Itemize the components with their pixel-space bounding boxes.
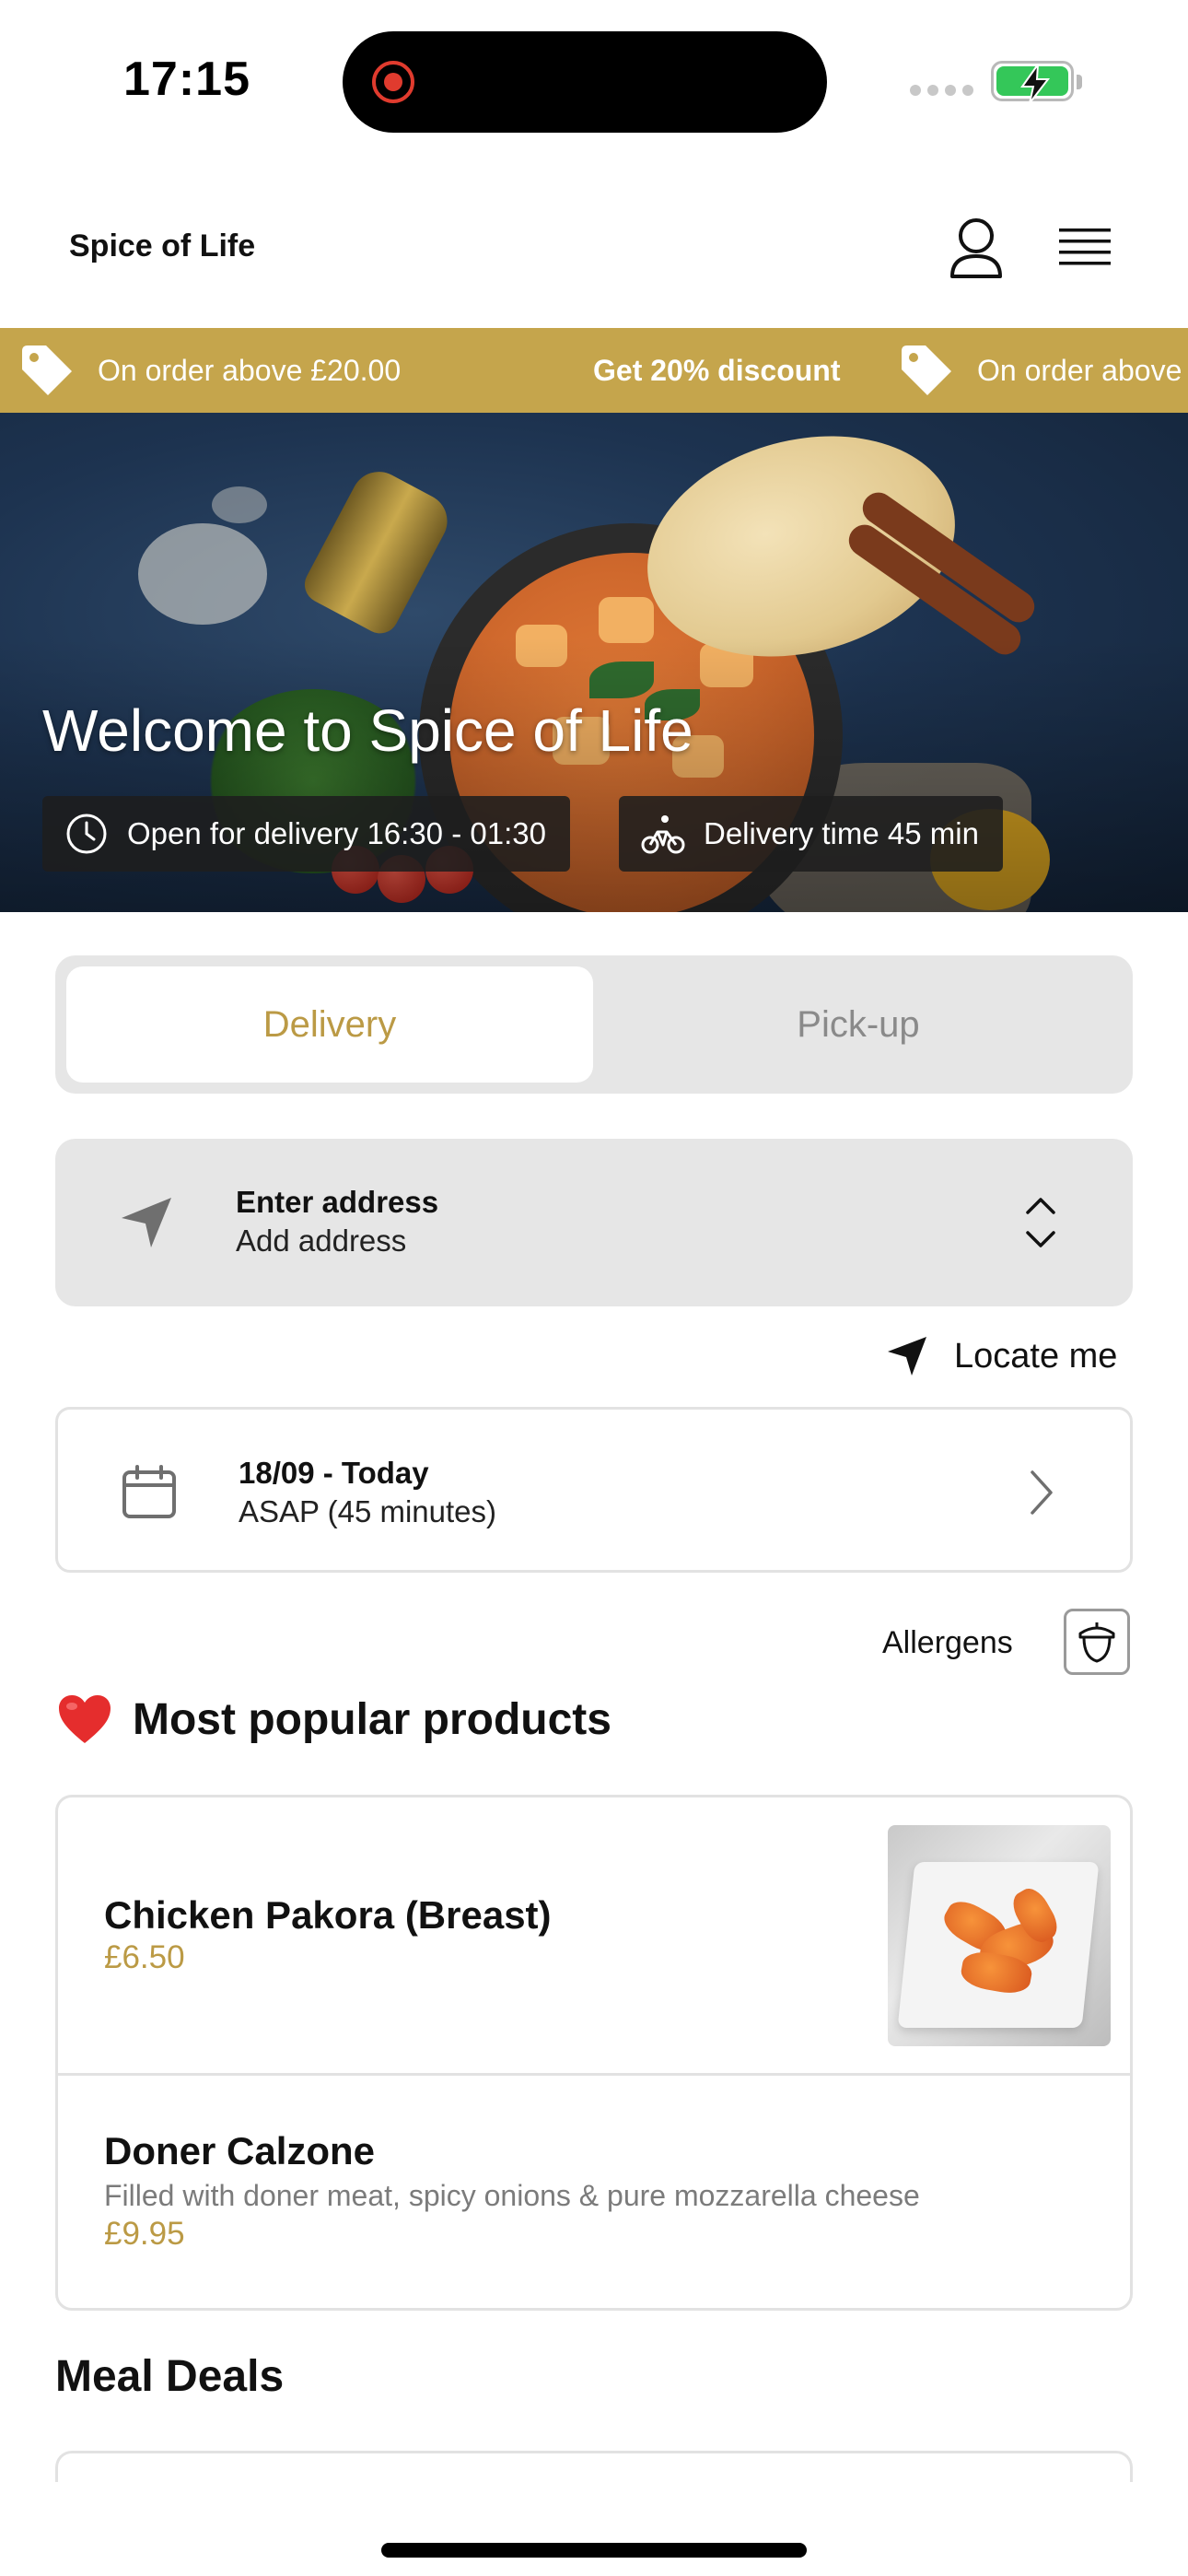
calendar-icon bbox=[122, 1465, 176, 1518]
bicycle-icon bbox=[641, 815, 685, 854]
battery-icon bbox=[991, 61, 1082, 103]
product-price: £6.50 bbox=[104, 1939, 185, 1975]
product-name: Chicken Pakora (Breast) bbox=[104, 1893, 552, 1937]
locate-me-button[interactable]: Locate me bbox=[886, 1330, 1117, 1382]
opening-hours-chip: Open for delivery 16:30 - 01:30 bbox=[42, 796, 570, 872]
navigation-arrow-icon bbox=[888, 1337, 926, 1376]
promo-item: On order above £20.00 bbox=[18, 328, 401, 413]
status-time: 17:15 bbox=[123, 53, 250, 106]
heart-icon bbox=[59, 1695, 111, 1743]
promo-text: Get 20% discount bbox=[593, 353, 841, 387]
promo-banner: On order above £20.00 Get 20% discount O… bbox=[0, 328, 1188, 413]
promo-item: Get 20% discount bbox=[593, 328, 841, 413]
signal-icon bbox=[910, 85, 973, 96]
menu-button[interactable] bbox=[1055, 216, 1114, 271]
promo-text: On order above £20.00 bbox=[977, 353, 1188, 387]
hero-banner: Welcome to Spice of Life Open for delive… bbox=[0, 413, 1188, 912]
popular-title: Most popular products bbox=[133, 1694, 611, 1744]
product-image bbox=[888, 1825, 1111, 2046]
popular-products-list: Chicken Pakora (Breast) £6.50 Doner Calz… bbox=[55, 1795, 1133, 2311]
meal-deals-title: Meal Deals bbox=[55, 2352, 285, 2401]
account-button[interactable] bbox=[947, 214, 1006, 284]
locate-me-label: Locate me bbox=[954, 1336, 1118, 1376]
product-name: Doner Calzone bbox=[104, 2129, 376, 2172]
hero-title: Welcome to Spice of Life bbox=[42, 697, 693, 764]
chevron-up-down-icon bbox=[1026, 1198, 1055, 1247]
schedule-selector[interactable]: 18/09 - Today ASAP (45 minutes) bbox=[55, 1407, 1133, 1573]
schedule-time: ASAP (45 minutes) bbox=[239, 1494, 497, 1528]
delivery-time-text: Delivery time 45 min bbox=[704, 816, 979, 850]
tab-pickup[interactable]: Pick-up bbox=[595, 966, 1122, 1083]
product-price: £9.95 bbox=[104, 2216, 185, 2252]
popular-section-title: Most popular products bbox=[57, 1693, 611, 1745]
location-arrow-icon bbox=[122, 1198, 171, 1247]
address-subtitle: Add address bbox=[236, 1224, 407, 1258]
address-title: Enter address bbox=[236, 1185, 439, 1219]
opening-hours-text: Open for delivery 16:30 - 01:30 bbox=[127, 816, 546, 850]
tag-icon bbox=[22, 345, 72, 395]
status-bar: 17:15 bbox=[0, 0, 1188, 162]
product-card[interactable]: Doner Calzone Filled with doner meat, sp… bbox=[58, 2076, 1130, 2308]
user-icon bbox=[950, 218, 1002, 278]
allergens-button[interactable] bbox=[1064, 1609, 1130, 1675]
promo-item: On order above £20.00 bbox=[898, 328, 1188, 413]
allergens-label: Allergens bbox=[882, 1625, 1013, 1660]
address-selector[interactable]: Enter address Add address bbox=[55, 1139, 1133, 1306]
recording-icon bbox=[372, 61, 414, 103]
product-description: Filled with doner meat, spicy onions & p… bbox=[104, 2179, 920, 2212]
delivery-time-chip: Delivery time 45 min bbox=[619, 796, 1003, 872]
brand-name[interactable]: Spice of Life bbox=[69, 228, 255, 264]
chevron-right-icon bbox=[1031, 1470, 1053, 1515]
app-header: Spice of Life bbox=[0, 193, 1188, 326]
bottom-area bbox=[0, 2482, 1188, 2576]
tab-delivery[interactable]: Delivery bbox=[66, 966, 593, 1083]
home-indicator[interactable] bbox=[381, 2543, 807, 2558]
acorn-icon bbox=[1078, 1622, 1115, 1663]
product-card[interactable]: Chicken Pakora (Breast) £6.50 bbox=[58, 1797, 1130, 2076]
hamburger-icon bbox=[1059, 228, 1111, 265]
tag-icon bbox=[902, 345, 951, 395]
dynamic-island bbox=[343, 31, 827, 133]
schedule-date: 18/09 - Today bbox=[239, 1456, 429, 1490]
order-type-toggle: Delivery Pick-up bbox=[55, 955, 1133, 1094]
promo-text: On order above £20.00 bbox=[98, 353, 402, 387]
clock-icon bbox=[66, 814, 107, 854]
